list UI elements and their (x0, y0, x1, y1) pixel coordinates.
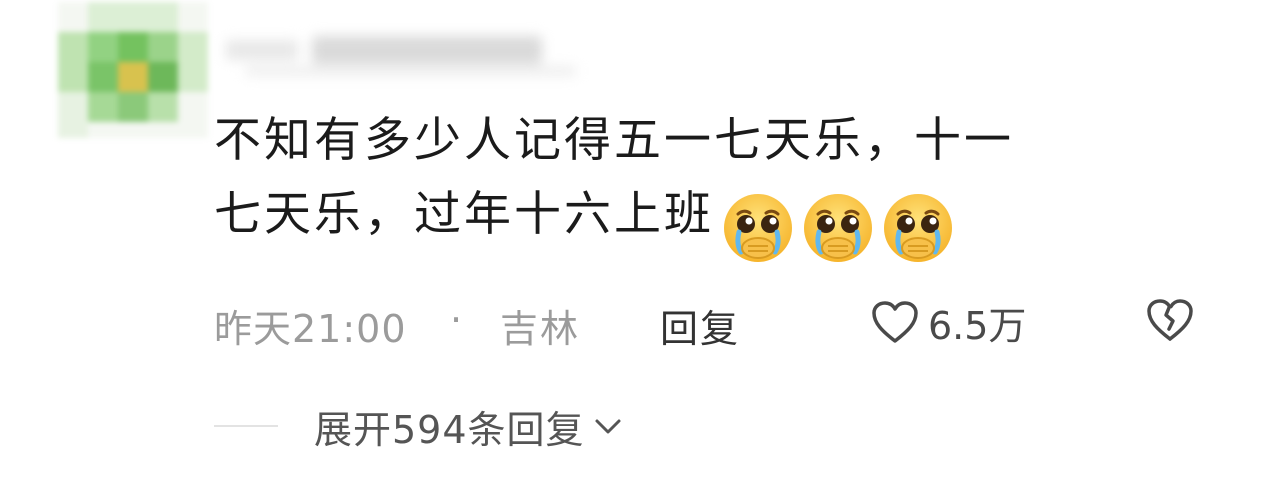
expand-replies-label: 展开594条回复 (314, 407, 585, 452)
like-button[interactable]: 6.5万 (870, 292, 1026, 352)
divider-line (214, 425, 278, 427)
emoji-row (720, 188, 960, 266)
comment-location: 吉林 (500, 307, 581, 351)
comment-time: 昨天21:00 (214, 307, 407, 351)
comment-item: 不知有多少人记得五一七天乐，十一 七天乐，过年十六上班 昨天21:00 · 吉林… (0, 0, 1266, 490)
expand-replies-button[interactable]: 展开594条回复 (314, 399, 625, 454)
reply-button[interactable]: 回复 (660, 298, 740, 353)
comment-text: 不知有多少人记得五一七天乐，十一 七天乐，过年十六上班 (214, 104, 1194, 266)
comment-text-line-1: 不知有多少人记得五一七天乐，十一 (214, 113, 1014, 168)
expand-replies-row: 展开594条回复 (214, 398, 814, 454)
crying-face-emoji-icon (724, 193, 792, 262)
comment-meta: 昨天21:00 · 吉林 回复 6.5万 (214, 292, 1214, 352)
meta-separator: · (450, 298, 463, 342)
heart-outline-icon (872, 301, 918, 343)
dislike-button[interactable] (1144, 296, 1196, 353)
crying-face-emoji-icon (804, 193, 872, 262)
comment-text-line-2-text: 七天乐，过年十六上班 (214, 187, 714, 242)
like-count: 6.5万 (928, 303, 1027, 348)
crying-face-emoji-icon (884, 193, 952, 262)
broken-heart-icon (1147, 299, 1193, 341)
avatar[interactable] (58, 2, 208, 138)
chevron-down-icon (595, 419, 621, 434)
comment-text-line-2: 七天乐，过年十六上班 (214, 178, 1194, 266)
username[interactable] (226, 32, 578, 82)
